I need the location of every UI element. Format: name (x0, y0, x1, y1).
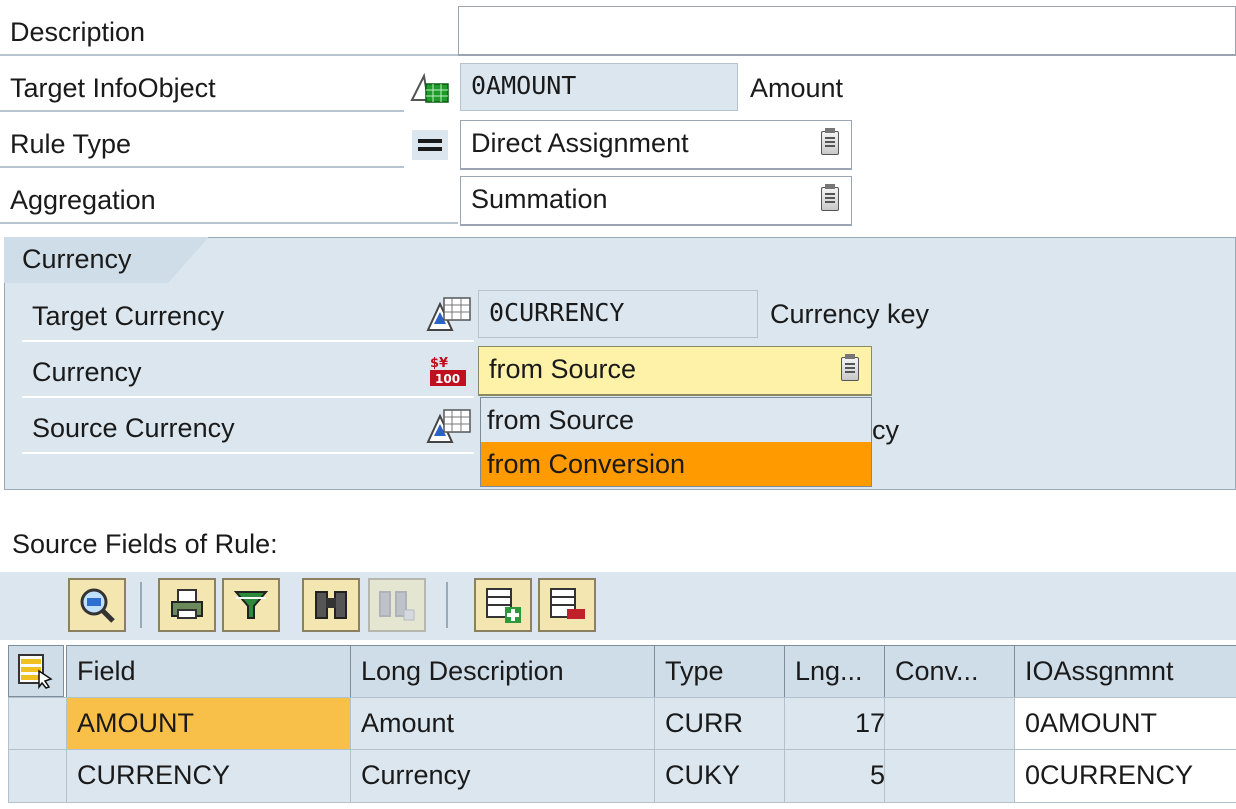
table-cell-long-description[interactable]: Amount (350, 697, 666, 751)
infoobject-characteristic-icon (426, 406, 474, 446)
insert-row-icon (486, 588, 521, 623)
column-header-field[interactable]: Field (66, 645, 362, 699)
row-divider (22, 396, 474, 398)
svg-text:100: 100 (435, 372, 460, 386)
table-cell-conversion[interactable] (884, 749, 1026, 803)
toolbar-separator (140, 582, 142, 628)
details-icon (80, 588, 115, 623)
table-cell-field[interactable]: CURRENCY (66, 749, 362, 803)
currency-conversion-icon: $¥ 100 (428, 352, 470, 388)
table-cell-io-assignment[interactable]: 0AMOUNT (1014, 697, 1236, 751)
print-button[interactable] (158, 578, 216, 632)
currency-dropdown[interactable]: from Source (478, 346, 872, 396)
column-header-type[interactable]: Type (654, 645, 796, 699)
row-divider (22, 340, 474, 342)
filter-button[interactable] (222, 578, 280, 632)
column-header-conversion[interactable]: Conv... (884, 645, 1026, 699)
currency-dropdown-value: from Source (489, 354, 637, 384)
find-next-button (368, 578, 426, 632)
delete-row-button[interactable] (538, 578, 596, 632)
target-infoobject-text: Amount (750, 73, 844, 103)
infoobject-key-figure-icon (410, 72, 452, 106)
rule-type-dropdown[interactable]: Direct Assignment (460, 120, 852, 170)
target-infoobject-label-text: Target InfoObject (10, 73, 216, 103)
currency-label: Currency (32, 357, 142, 387)
rule-type-value: Direct Assignment (471, 128, 689, 158)
value-help-icon[interactable] (821, 128, 839, 155)
dropdown-option-from-source[interactable]: from Source (481, 398, 871, 442)
details-button[interactable] (68, 578, 126, 632)
currency-group-title-text: Currency (22, 244, 132, 274)
print-icon (171, 589, 203, 619)
svg-text:$¥: $¥ (430, 356, 448, 371)
table-cell-conversion[interactable] (884, 697, 1026, 751)
table-cell-long-description[interactable]: Currency (350, 749, 666, 803)
source-currency-text: cy (872, 415, 899, 445)
infoobject-characteristic-icon (426, 294, 474, 334)
source-currency-label: Source Currency (32, 413, 235, 443)
value-help-icon[interactable] (841, 354, 859, 381)
rule-type-label-text: Rule Type (10, 129, 132, 159)
description-label: Description (0, 8, 458, 56)
target-currency-text: Currency key (770, 299, 930, 329)
table-cell-length[interactable]: 5 (784, 749, 898, 803)
description-label-text: Description (10, 17, 146, 47)
row-divider (22, 452, 474, 454)
filter-icon (233, 591, 269, 619)
grid-toolbar (0, 572, 1236, 640)
aggregation-dropdown[interactable]: Summation (460, 176, 852, 226)
select-all-button[interactable] (8, 645, 64, 697)
target-currency-value: 0CURRENCY (489, 298, 625, 327)
aggregation-label: Aggregation (0, 176, 458, 224)
column-header-length[interactable]: Lng... (784, 645, 896, 699)
target-currency-field: 0CURRENCY (478, 290, 758, 338)
equals-icon (412, 130, 448, 160)
delete-row-icon (550, 588, 585, 619)
target-infoobject-field: 0AMOUNT (460, 63, 738, 111)
table-cell-type[interactable]: CUKY (654, 749, 796, 803)
column-header-long-description[interactable]: Long Description (350, 645, 666, 699)
target-infoobject-value: 0AMOUNT (471, 71, 577, 100)
target-currency-label: Target Currency (32, 301, 225, 331)
rule-type-label: Rule Type (0, 120, 404, 168)
table-cell-length[interactable]: 17 (784, 697, 898, 751)
aggregation-label-text: Aggregation (10, 185, 156, 215)
table-cell-type[interactable]: CURR (654, 697, 796, 751)
column-header-io-assignment[interactable]: IOAssgnmnt (1014, 645, 1236, 699)
source-fields-title: Source Fields of Rule: (12, 529, 278, 559)
table-cell-io-assignment[interactable]: 0CURRENCY (1014, 749, 1236, 803)
aggregation-value: Summation (471, 184, 608, 214)
find-icon (315, 591, 347, 619)
toolbar-separator (446, 582, 448, 628)
target-infoobject-label: Target InfoObject (0, 64, 404, 112)
currency-dropdown-list[interactable]: from Source from Conversion (480, 397, 872, 487)
find-next-icon (379, 591, 415, 621)
insert-row-button[interactable] (474, 578, 532, 632)
table-cell-field[interactable]: AMOUNT (66, 697, 362, 751)
value-help-icon[interactable] (821, 184, 839, 211)
description-input[interactable] (458, 6, 1236, 56)
find-button[interactable] (302, 578, 360, 632)
select-all-icon (18, 654, 53, 690)
dropdown-option-from-conversion[interactable]: from Conversion (481, 442, 871, 486)
